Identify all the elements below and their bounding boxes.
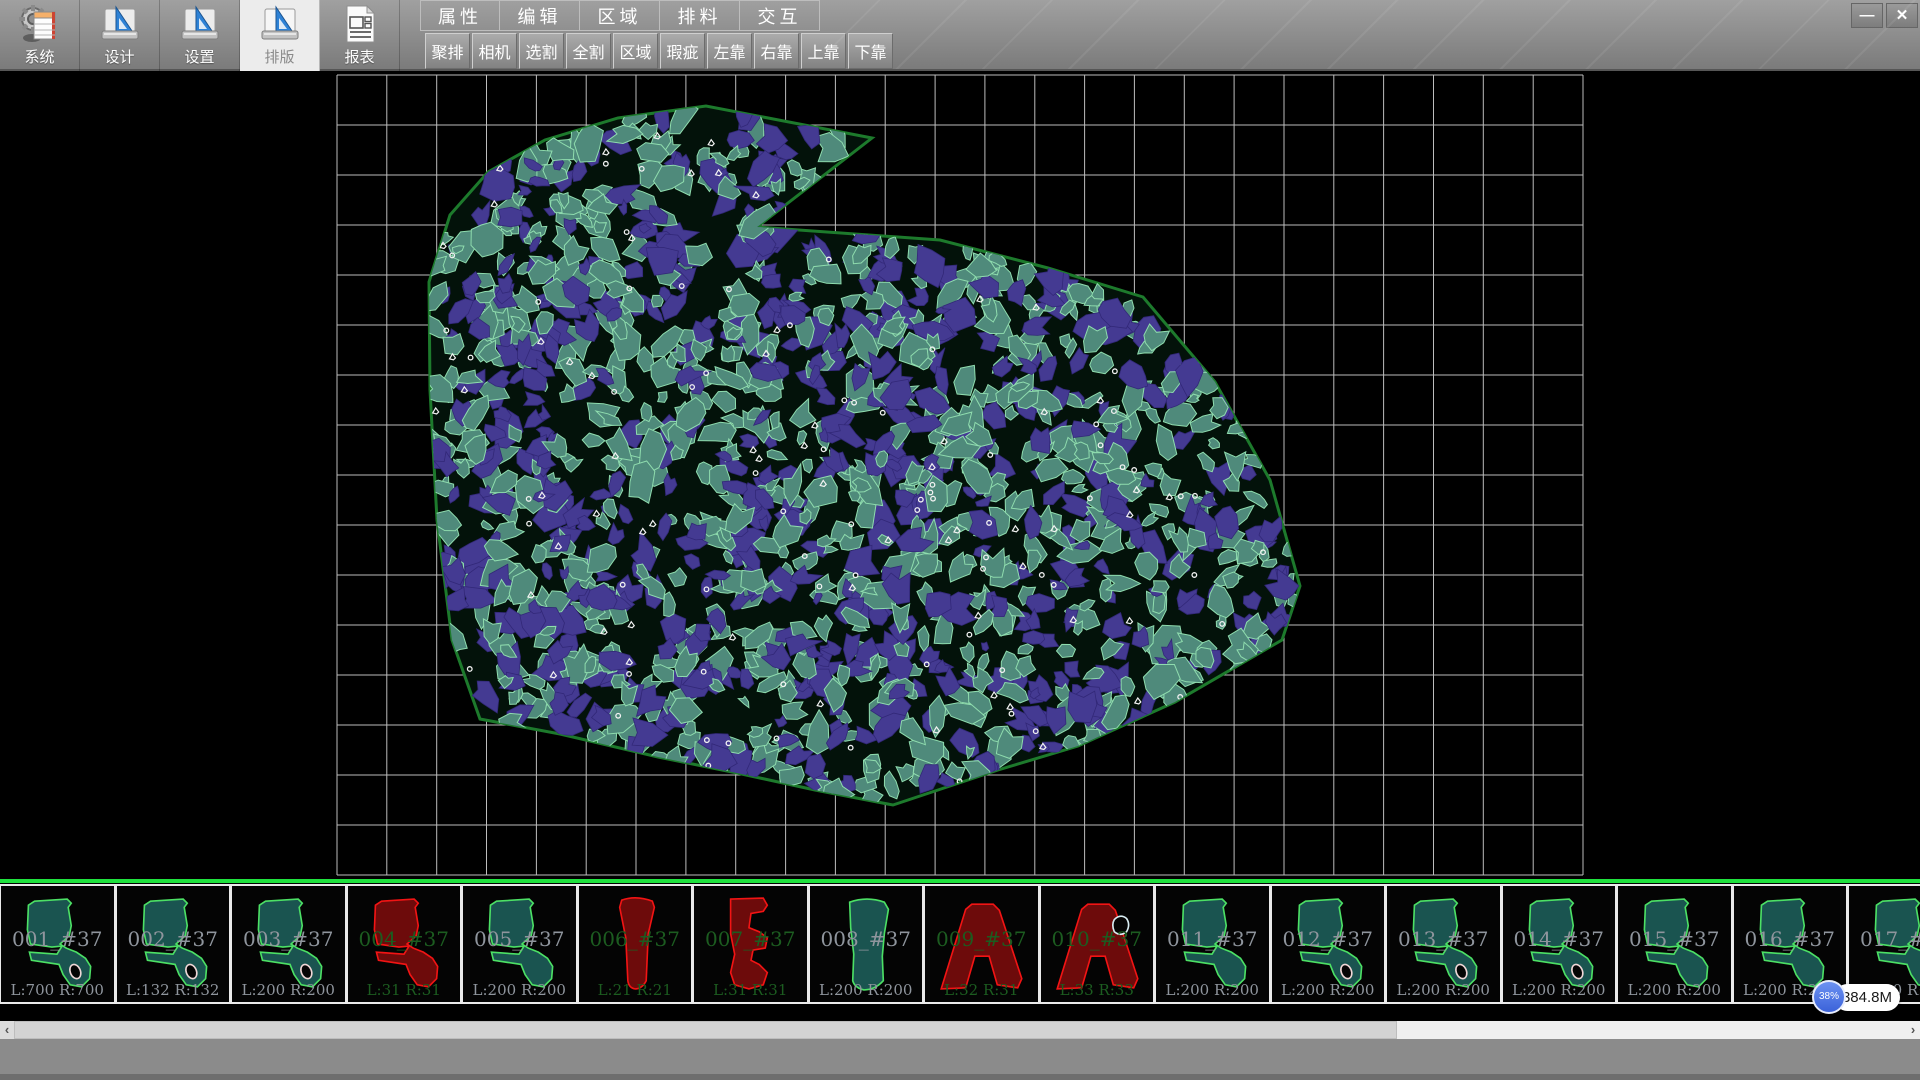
action-align-right[interactable]: 右靠: [754, 33, 799, 69]
system-icon: [18, 2, 62, 46]
piece-thumbnail-012[interactable]: 012_#37 L:200 R:200: [1271, 886, 1387, 1002]
action-cluster-nest[interactable]: 聚排: [425, 33, 470, 69]
piece-id-label: 017_#37: [1849, 927, 1920, 951]
piece-lr-label: L:200 R:200: [810, 981, 923, 999]
piece-lr-label: L:31 R:31: [694, 981, 807, 999]
tab-edit[interactable]: 编辑: [500, 0, 580, 31]
report-icon: [338, 2, 382, 46]
piece-lr-label: L:200 R:200: [1156, 981, 1269, 999]
action-align-bottom[interactable]: 下靠: [848, 33, 893, 69]
action-button-bar: 聚排 相机 选割 全割 区域 瑕疵 左靠 右靠 上靠 下靠: [425, 33, 893, 69]
piece-thumbnail-007[interactable]: 007_#37 L:31 R:31: [693, 886, 809, 1002]
app-button-report[interactable]: 报表: [320, 0, 400, 71]
nesting-icon: [258, 2, 302, 46]
piece-lr-label: L:700 R:700: [1, 981, 114, 999]
minimize-button[interactable]: —: [1851, 3, 1883, 28]
piece-thumbnail-006[interactable]: 006_#37 L:21 R:21: [578, 886, 694, 1002]
menu-tab-bar: 属性 编辑 区域 排料 交互: [420, 0, 820, 31]
piece-id-label: 016_#37: [1734, 927, 1847, 951]
piece-id-label: 012_#37: [1272, 927, 1385, 951]
piece-id-label: 013_#37: [1387, 927, 1500, 951]
action-align-top[interactable]: 上靠: [801, 33, 846, 69]
piece-lr-label: L:21 R:21: [579, 981, 692, 999]
piece-id-label: 005_#37: [463, 927, 576, 951]
action-region[interactable]: 区域: [613, 33, 658, 69]
piece-id-label: 011_#37: [1156, 927, 1269, 951]
tab-region[interactable]: 区域: [580, 0, 660, 31]
piece-id-label: 003_#37: [232, 927, 345, 951]
piece-id-label: 010_#37: [1041, 927, 1154, 951]
piece-thumbnail-001[interactable]: 001_#37 L:700 R:700: [0, 886, 116, 1002]
piece-lr-label: L:200 R:200: [1503, 981, 1616, 999]
piece-lr-label: L:200 R:200: [1387, 981, 1500, 999]
status-bar: [0, 1039, 1920, 1080]
piece-id-label: 004_#37: [348, 927, 461, 951]
piece-id-label: 001_#37: [1, 927, 114, 951]
tab-nesting[interactable]: 排料: [660, 0, 740, 31]
tab-interaction[interactable]: 交互: [740, 0, 820, 31]
horizontal-scrollbar[interactable]: ‹ ›: [0, 1021, 1920, 1039]
tab-properties[interactable]: 属性: [420, 0, 500, 31]
piece-id-label: 002_#37: [117, 927, 230, 951]
piece-thumbnail-015[interactable]: 015_#37 L:200 R:200: [1617, 886, 1733, 1002]
close-button[interactable]: ✕: [1886, 3, 1918, 28]
piece-thumbnail-008[interactable]: 008_#37 L:200 R:200: [809, 886, 925, 1002]
app-label: 设计: [104, 49, 134, 67]
app-label: 报表: [344, 49, 374, 67]
piece-id-label: 015_#37: [1618, 927, 1731, 951]
piece-lr-label: L:200 R:200: [232, 981, 345, 999]
piece-lr-label: L:33 R:33: [1041, 981, 1154, 999]
action-camera[interactable]: 相机: [472, 33, 517, 69]
piece-thumbnail-009[interactable]: 009_#37 L:32 R:31: [924, 886, 1040, 1002]
scroll-right-arrow[interactable]: ›: [1906, 1021, 1920, 1039]
design-icon: [98, 2, 142, 46]
app-label: 系统: [24, 49, 54, 67]
action-select-cut[interactable]: 选割: [519, 33, 564, 69]
piece-lr-label: L:132 R:132: [117, 981, 230, 999]
piece-lr-label: L:32 R:31: [925, 981, 1038, 999]
piece-thumbnail-002[interactable]: 002_#37 L:132 R:132: [116, 886, 232, 1002]
scroll-left-arrow[interactable]: ‹: [0, 1021, 14, 1039]
app-button-nesting[interactable]: 排版: [240, 0, 320, 71]
action-cut-all[interactable]: 全割: [566, 33, 611, 69]
piece-lr-label: L:200 R:200: [463, 981, 576, 999]
piece-lr-label: L:200 R:200: [1618, 981, 1731, 999]
app-label: 排版: [264, 49, 294, 67]
app-button-system[interactable]: 系统: [0, 0, 80, 71]
main-toolbar: 系统 设计 设置 排版: [0, 0, 1920, 71]
app-button-design[interactable]: 设计: [80, 0, 160, 71]
piece-thumbnail-strip: 001_#37L:700 R:700002_#37L:132 R:132003_…: [0, 884, 1920, 1004]
app-label: 设置: [184, 49, 214, 67]
action-defect[interactable]: 瑕疵: [660, 33, 705, 69]
piece-lr-label: L:31 R:31: [348, 981, 461, 999]
piece-thumbnail-014[interactable]: 014_#37 L:200 R:200: [1502, 886, 1618, 1002]
piece-thumbnail-005[interactable]: 005_#37 L:200 R:200: [462, 886, 578, 1002]
piece-thumbnail-011[interactable]: 011_#37 L:200 R:200: [1155, 886, 1271, 1002]
scrollbar-thumb[interactable]: [14, 1021, 1397, 1039]
piece-id-label: 008_#37: [810, 927, 923, 951]
action-align-left[interactable]: 左靠: [707, 33, 752, 69]
piece-thumbnail-010[interactable]: 010_#37 L:33 R:33: [1040, 886, 1156, 1002]
piece-id-label: 014_#37: [1503, 927, 1616, 951]
piece-id-label: 007_#37: [694, 927, 807, 951]
memory-percent-circle[interactable]: 38%: [1812, 980, 1846, 1014]
piece-thumbnail-003[interactable]: 003_#37 L:200 R:200: [231, 886, 347, 1002]
piece-lr-label: L:200 R:200: [1272, 981, 1385, 999]
piece-thumbnail-013[interactable]: 013_#37 L:200 R:200: [1386, 886, 1502, 1002]
piece-id-label: 009_#37: [925, 927, 1038, 951]
settings-icon: [178, 2, 222, 46]
piece-thumbnail-004[interactable]: 004_#37 L:31 R:31: [347, 886, 463, 1002]
app-button-settings[interactable]: 设置: [160, 0, 240, 71]
strip-separator-line: [0, 879, 1920, 883]
piece-id-label: 006_#37: [579, 927, 692, 951]
